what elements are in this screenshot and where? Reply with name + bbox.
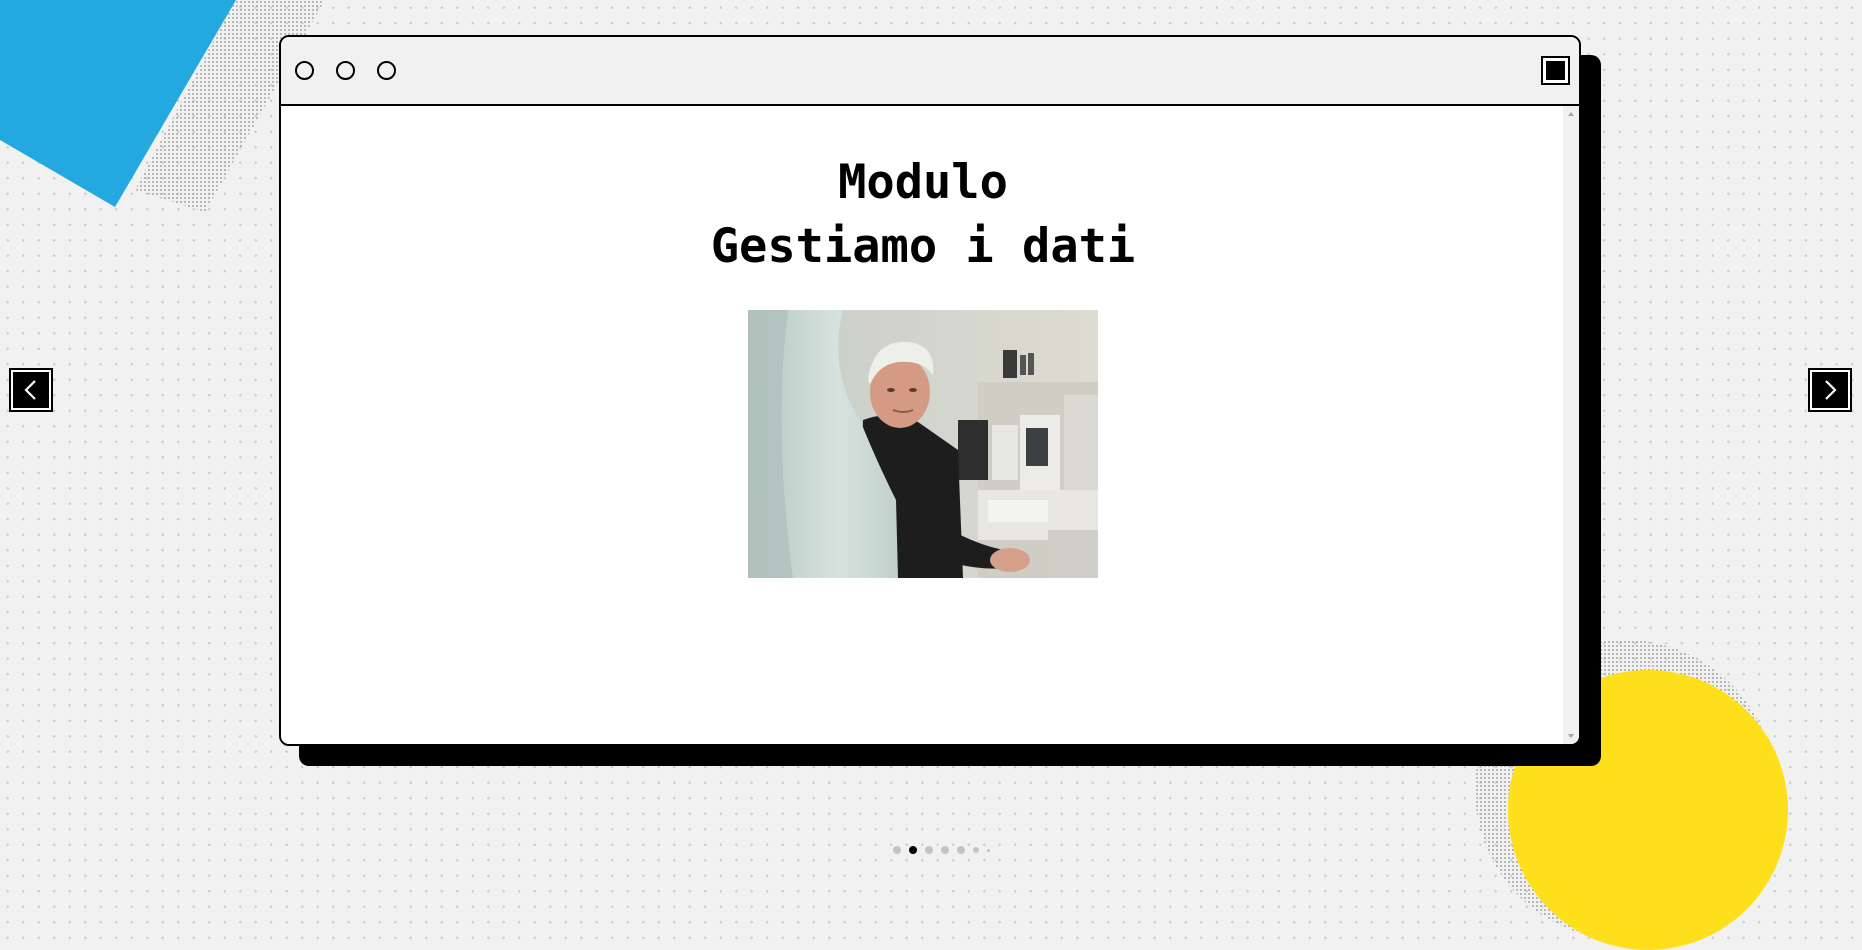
window-control-circle[interactable] [295, 61, 314, 80]
previous-slide-button[interactable] [9, 368, 53, 412]
title-line-1: Modulo [838, 155, 1008, 210]
title-line-2: Gestiamo i dati [710, 219, 1136, 274]
pagination-dot[interactable] [957, 846, 965, 854]
scroll-down-icon[interactable] [1568, 734, 1574, 738]
pagination-dot[interactable] [893, 846, 901, 854]
pagination-dot[interactable] [941, 846, 949, 854]
window-control-circle[interactable] [377, 61, 396, 80]
pagination-dot[interactable] [925, 846, 933, 854]
slide-title: Modulo Gestiamo i dati [281, 151, 1565, 279]
scroll-up-icon[interactable] [1568, 112, 1574, 116]
pagination-dot[interactable] [987, 848, 990, 852]
maximize-icon[interactable] [1541, 56, 1570, 85]
slide-image [748, 310, 1098, 578]
chevron-right-icon [1825, 380, 1837, 400]
pagination-dot[interactable] [973, 847, 979, 853]
slide-pagination [893, 846, 998, 854]
slide-content: Modulo Gestiamo i dati [281, 106, 1565, 744]
window-titlebar [281, 37, 1579, 106]
chevron-left-icon [24, 380, 36, 400]
slide-window: Modulo Gestiamo i dati [279, 35, 1581, 746]
window-control-circle[interactable] [336, 61, 355, 80]
pagination-dot-active[interactable] [909, 846, 917, 854]
vertical-scrollbar[interactable] [1563, 106, 1579, 744]
next-slide-button[interactable] [1808, 368, 1852, 412]
